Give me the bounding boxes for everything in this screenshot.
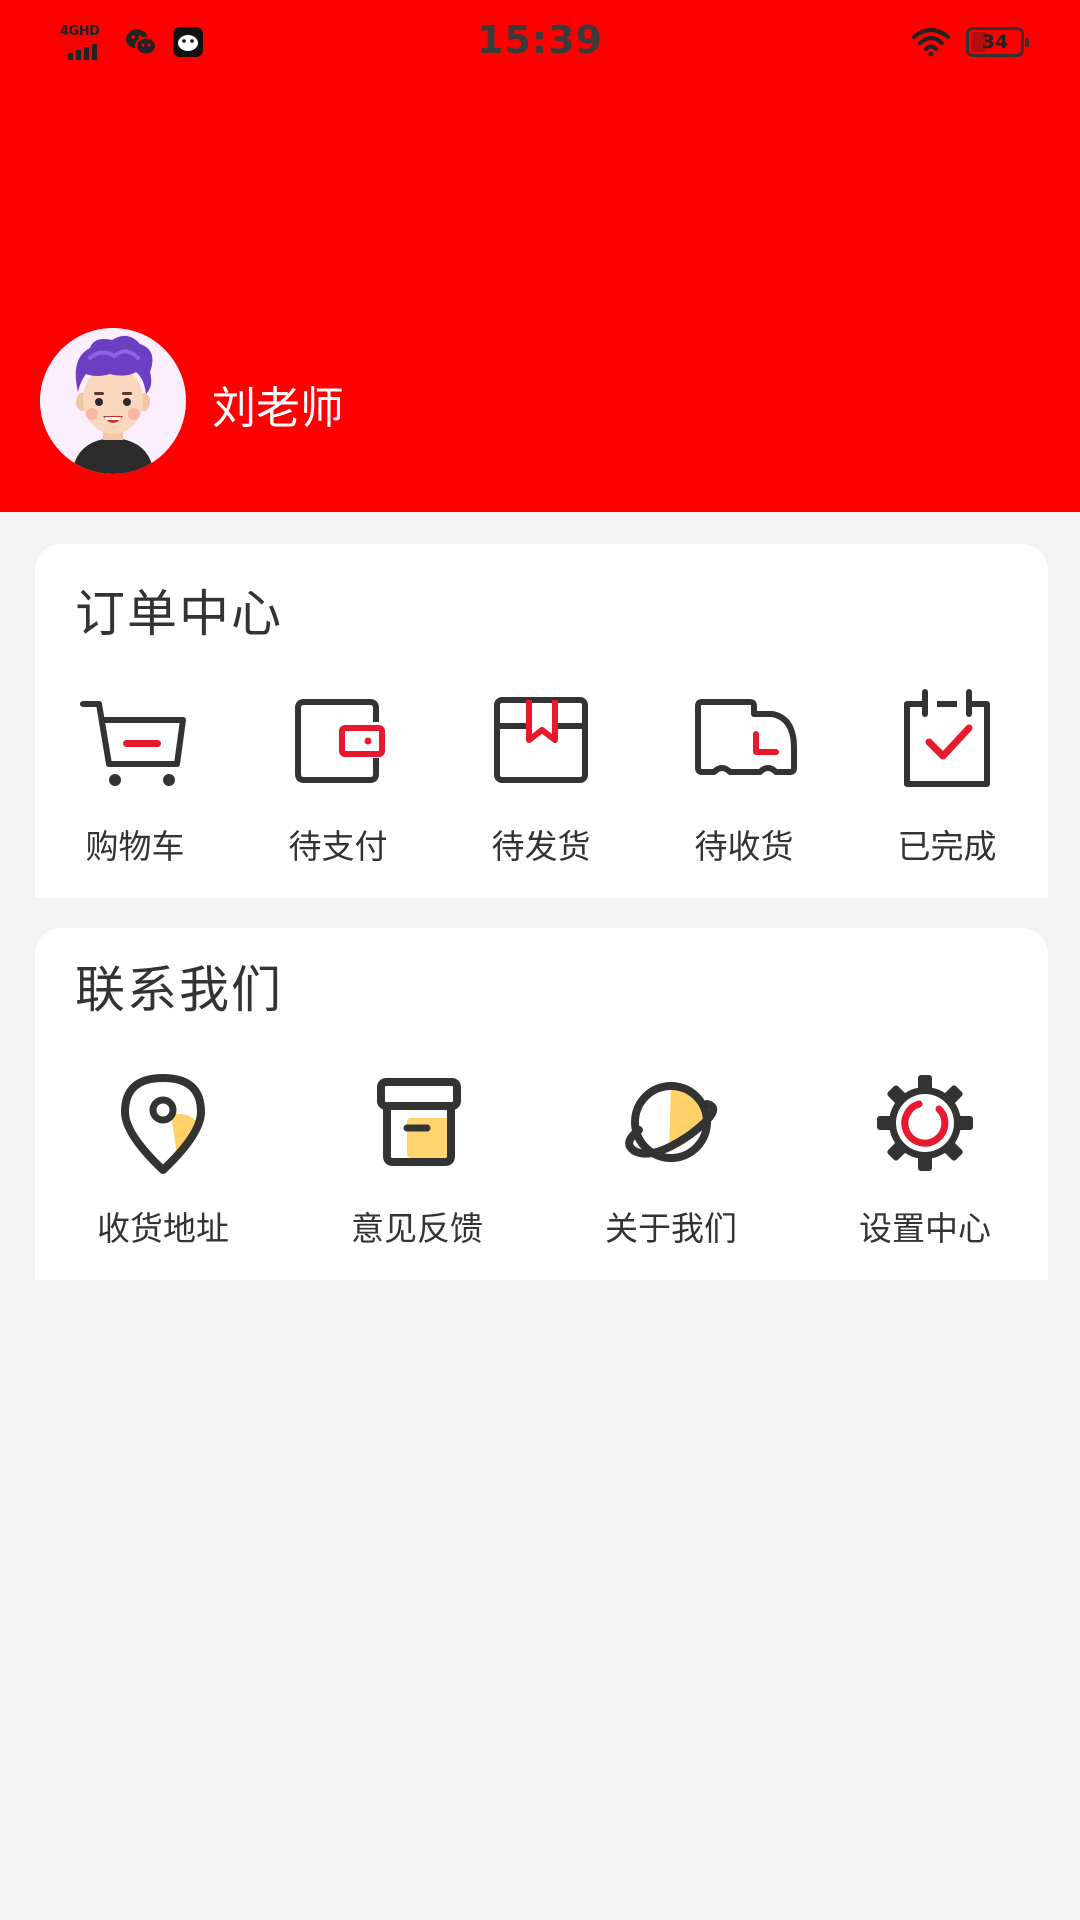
order-center-card: 订单中心 购物车 待支付 待发货 待收货 已完成 [35,544,1048,898]
contact-item-label: 意见反馈 [351,1209,483,1248]
wallet-icon [295,699,385,783]
order-item-label: 已完成 [897,827,997,866]
order-item-label: 待发货 [491,827,591,866]
contact-item-label: 关于我们 [605,1209,737,1248]
contact-item-settings[interactable]: 设置中心 [840,1068,1010,1248]
battery-percent: 34 [981,31,1009,53]
archive-box-icon [377,1078,461,1166]
avatar-illustration [40,328,186,474]
calendar-check-icon [904,689,990,787]
order-item-label: 购物车 [85,827,185,866]
package-icon [494,697,588,783]
contact-item-label: 设置中心 [859,1209,991,1248]
order-item-label: 待支付 [288,827,388,866]
contact-item-label: 收货地址 [97,1209,229,1248]
status-right-icons: 34 [912,24,1029,60]
status-bar: 4GHD 15:39 34 [0,0,1080,84]
contact-item-feedback[interactable]: 意见反馈 [332,1068,502,1248]
contact-item-address[interactable]: 收货地址 [78,1068,248,1248]
delivery-truck-icon [695,699,797,775]
shopping-cart-icon [80,701,186,786]
profile-name[interactable]: 刘老师 [212,372,344,436]
order-item-pending-receipt[interactable]: 待收货 [664,684,824,866]
planet-icon [625,1082,718,1162]
order-item-pending-payment[interactable]: 待支付 [258,684,418,866]
contact-us-card: 联系我们 收货地址 意见反馈 关于我们 设置中心 [35,928,1048,1280]
order-item-pending-shipment[interactable]: 待发货 [461,684,621,866]
wifi-icon [912,28,950,57]
contact-item-about-us[interactable]: 关于我们 [586,1068,756,1248]
order-item-label: 待收货 [694,827,794,866]
battery-icon: 34 [966,27,1029,57]
gear-icon [877,1075,973,1171]
contact-us-title: 联系我们 [75,961,283,1019]
avatar[interactable] [40,328,186,474]
order-center-title: 订单中心 [75,585,283,643]
order-item-completed[interactable]: 已完成 [867,684,1027,866]
location-pin-icon [121,1074,205,1174]
order-item-cart[interactable]: 购物车 [55,684,215,866]
profile-header: 4GHD 15:39 34 刘老师 [0,0,1080,512]
